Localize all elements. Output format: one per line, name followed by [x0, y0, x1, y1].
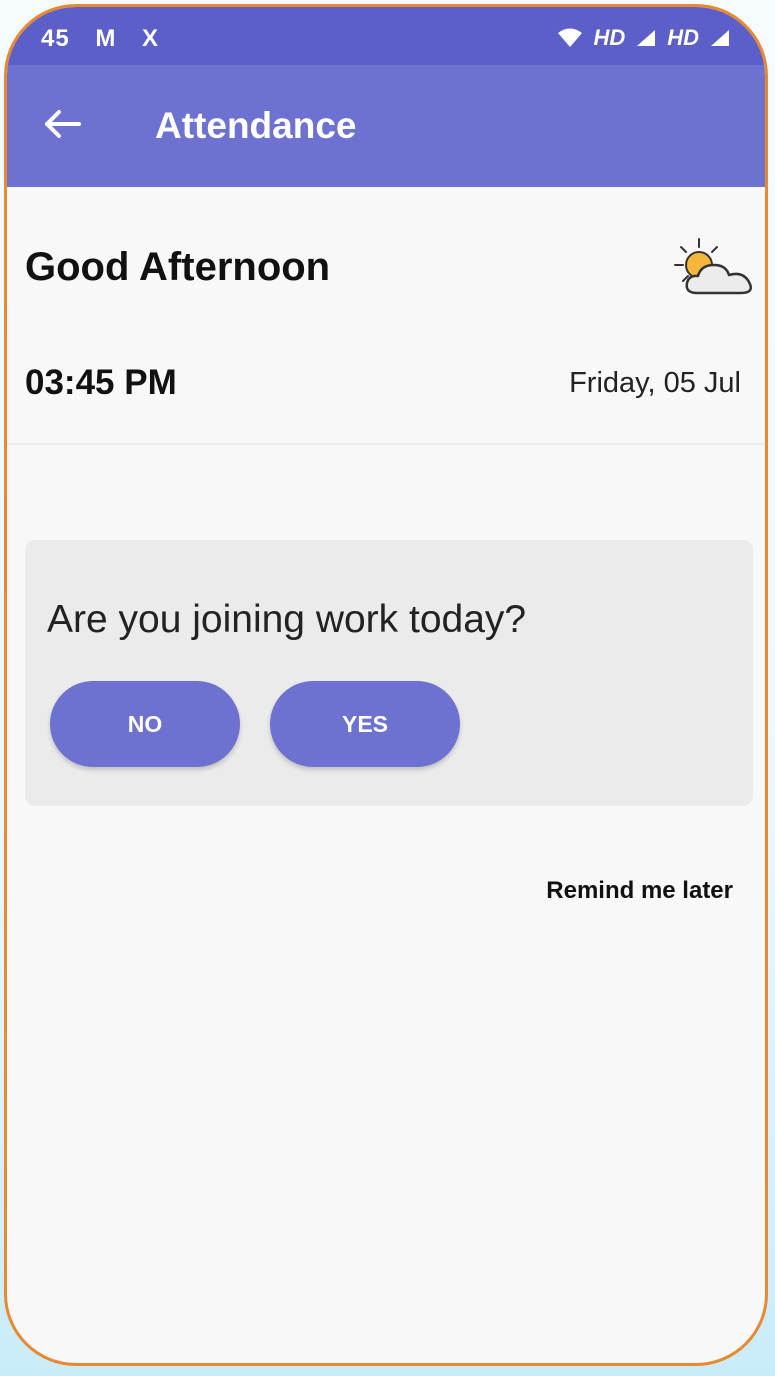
hd-label-1: HD — [593, 25, 626, 50]
partly-cloudy-icon — [674, 238, 752, 295]
current-time: 03:45 PM — [25, 363, 177, 402]
yes-button[interactable]: YES — [270, 681, 460, 767]
status-right: HD HD — [557, 25, 731, 51]
remind-me-later-button[interactable]: Remind me later — [546, 877, 733, 905]
attendance-prompt-card: Are you joining work today? NO YES — [25, 540, 753, 806]
wifi-icon — [558, 28, 583, 47]
arrow-left-icon[interactable] — [37, 99, 87, 149]
signal-icon-1 — [637, 30, 656, 46]
status-time-fragment: 45 — [41, 25, 70, 52]
no-button[interactable]: NO — [50, 681, 240, 767]
greeting-text: Good Afternoon — [25, 245, 331, 289]
attendance-question: Are you joining work today? — [47, 598, 527, 641]
signal-icon-2 — [711, 30, 729, 46]
notification-icon: X — [142, 25, 160, 52]
current-date: Friday, 05 Jul — [569, 367, 741, 399]
gmail-notification-icon: M — [95, 25, 117, 52]
divider — [7, 443, 765, 445]
page-title: Attendance — [155, 105, 357, 146]
status-bar: 45 M X HD HD — [7, 7, 765, 65]
phone-frame: 45 M X HD HD Attendance Good Afternoon 0… — [4, 4, 768, 1366]
app-bar: Attendance — [7, 65, 765, 187]
hd-label-2: HD — [667, 25, 699, 50]
status-left: 45 M X — [41, 25, 177, 53]
